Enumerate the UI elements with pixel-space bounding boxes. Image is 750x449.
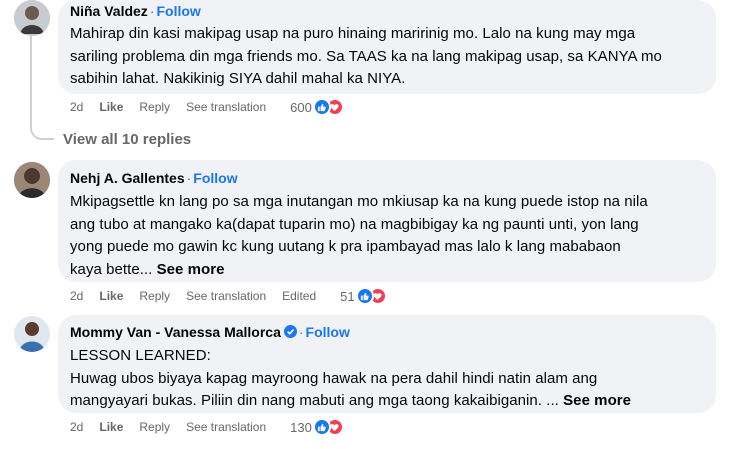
avatar[interactable] — [14, 0, 50, 36]
comment-line: Mkipagsettle kn lang po sa mga inutangan… — [70, 193, 648, 210]
edited-label[interactable]: Edited — [282, 289, 316, 303]
separator-dot: · — [186, 170, 192, 186]
like-button[interactable]: Like — [99, 420, 123, 434]
timestamp[interactable]: 2d — [70, 100, 83, 114]
like-icon — [355, 287, 374, 305]
comment-actions: 2d Like Reply See translation Edited 51 — [70, 287, 387, 305]
comment-bubble: Nehj A. Gallentes · Follow Mkipagsettle kn… — [58, 160, 716, 282]
separator-dot: · — [298, 324, 304, 340]
see-more-link[interactable]: See more — [563, 392, 631, 409]
avatar-photo — [14, 0, 50, 36]
comment-actions: 2d Like Reply See translation 600 — [70, 98, 344, 116]
comment-line: Mahirap din kasi makipag usap na puro hi… — [70, 25, 636, 42]
follow-button[interactable]: Follow — [193, 170, 237, 186]
comment-author-line: Mommy Van - Vanessa Mallorca · Follow — [70, 323, 704, 341]
see-translation-link[interactable]: See translation — [186, 420, 266, 434]
see-more-link[interactable]: See more — [157, 261, 225, 278]
reaction-summary[interactable]: 600 — [290, 98, 344, 116]
reaction-count: 51 — [340, 288, 355, 304]
comment-line: Huwag ubos biyaya kapag mayroong hawak n… — [70, 369, 598, 387]
like-button[interactable]: Like — [99, 100, 123, 114]
comment-bubble: Niña Valdez · Follow Mahirap din kasi maki… — [58, 0, 716, 94]
comment-actions: 2d Like Reply See translation 130 — [70, 418, 344, 436]
timestamp[interactable]: 2d — [70, 289, 83, 303]
like-icon — [312, 98, 331, 116]
follow-button[interactable]: Follow — [156, 3, 200, 19]
comment-line: ang tubo at mangako ka(dapat tuparin mo)… — [70, 215, 639, 233]
reaction-count: 130 — [290, 419, 312, 435]
view-all-replies-link[interactable]: View all 10 replies — [63, 131, 191, 148]
reply-thread-line — [30, 30, 32, 128]
truncated-text: kaya bette... — [70, 260, 153, 278]
comment-line: yong puede mo gawin kc kung uutang k pra… — [70, 238, 621, 255]
comment-line: sabihin lahat. Nakikinig SIYA dahil maha… — [70, 70, 406, 87]
comment-text: LESSON LEARNED: Huwag ubos biyaya kapag … — [70, 345, 704, 413]
comment-text: Mkipagsettle kn lang po sa mga inutangan… — [70, 191, 704, 281]
verified-badge-icon — [283, 325, 297, 338]
reaction-count: 600 — [290, 99, 312, 115]
follow-button[interactable]: Follow — [306, 324, 350, 340]
reply-thread-curve — [30, 116, 54, 140]
see-translation-link[interactable]: See translation — [186, 289, 266, 303]
like-button[interactable]: Like — [99, 289, 123, 303]
author-name[interactable]: Nehj A. Gallentes — [70, 170, 185, 186]
author-name[interactable]: Niña Valdez — [70, 3, 148, 19]
comment-author-line: Nehj A. Gallentes · Follow — [70, 169, 704, 187]
reply-button[interactable]: Reply — [139, 100, 170, 114]
comment-bubble: Mommy Van - Vanessa Mallorca · Follow LESS… — [58, 315, 716, 413]
comment-text: Mahirap din kasi makipag usap na puro hi… — [70, 23, 704, 91]
avatar-photo — [14, 162, 50, 198]
truncated-text: mangyayari bukas. Piliin din nang mabuti… — [70, 392, 559, 409]
reply-button[interactable]: Reply — [139, 289, 170, 303]
avatar[interactable] — [14, 316, 50, 352]
timestamp[interactable]: 2d — [70, 420, 83, 434]
comment-line: sariling problema din mga friends mo. Sa… — [70, 47, 662, 65]
comment-line: kaya bette... See more — [70, 259, 704, 282]
reaction-summary[interactable]: 130 — [290, 418, 344, 436]
avatar-photo — [14, 316, 50, 352]
see-translation-link[interactable]: See translation — [186, 100, 266, 114]
reaction-summary[interactable]: 51 — [340, 287, 387, 305]
like-icon — [312, 418, 331, 436]
avatar[interactable] — [14, 162, 50, 198]
comment-line: mangyayari bukas. Piliin din nang mabuti… — [70, 390, 704, 413]
comment-line: LESSON LEARNED: — [70, 347, 211, 364]
comment-author-line: Niña Valdez · Follow — [70, 2, 704, 20]
author-name[interactable]: Mommy Van - Vanessa Mallorca — [70, 324, 281, 340]
reply-button[interactable]: Reply — [139, 420, 170, 434]
